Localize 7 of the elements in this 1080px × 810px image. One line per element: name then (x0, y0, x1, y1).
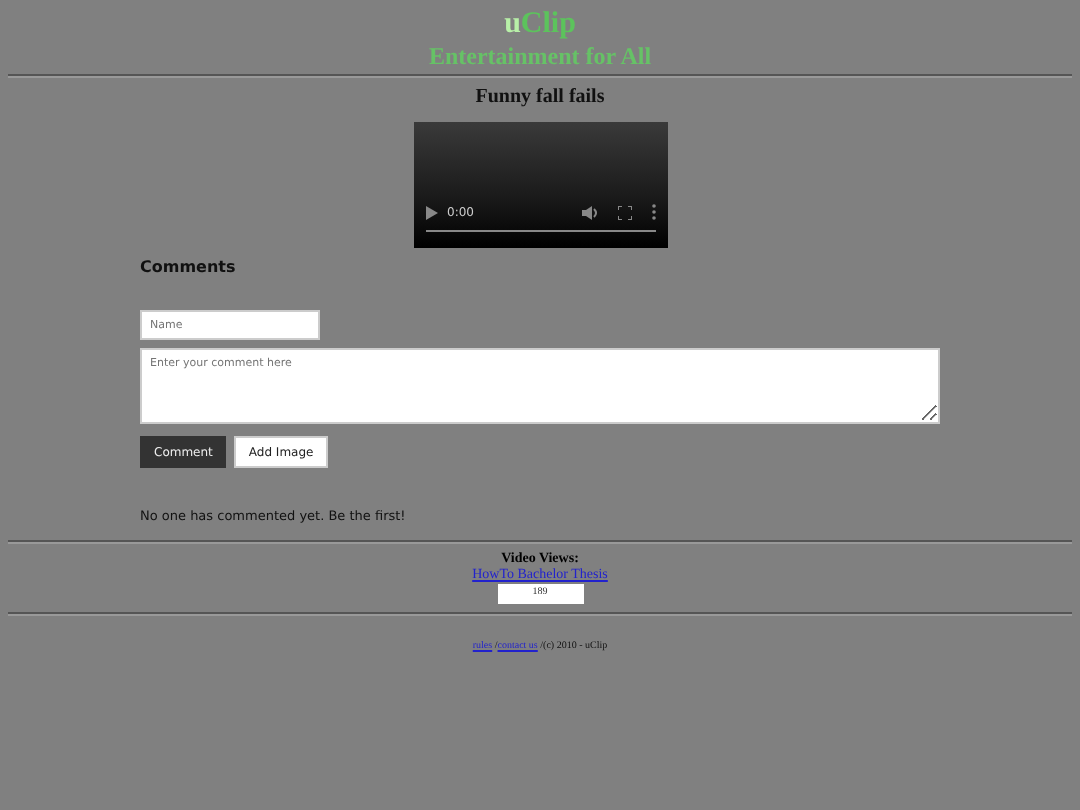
video-title: Funny fall fails (475, 86, 605, 110)
site-tagline: Entertainment for All (428, 42, 652, 70)
fullscreen-icon[interactable] (617, 205, 631, 219)
volume-icon[interactable] (581, 205, 597, 219)
site-logo: uClip (504, 6, 576, 42)
comments-heading: Comments (140, 258, 236, 276)
play-icon[interactable] (425, 205, 437, 219)
